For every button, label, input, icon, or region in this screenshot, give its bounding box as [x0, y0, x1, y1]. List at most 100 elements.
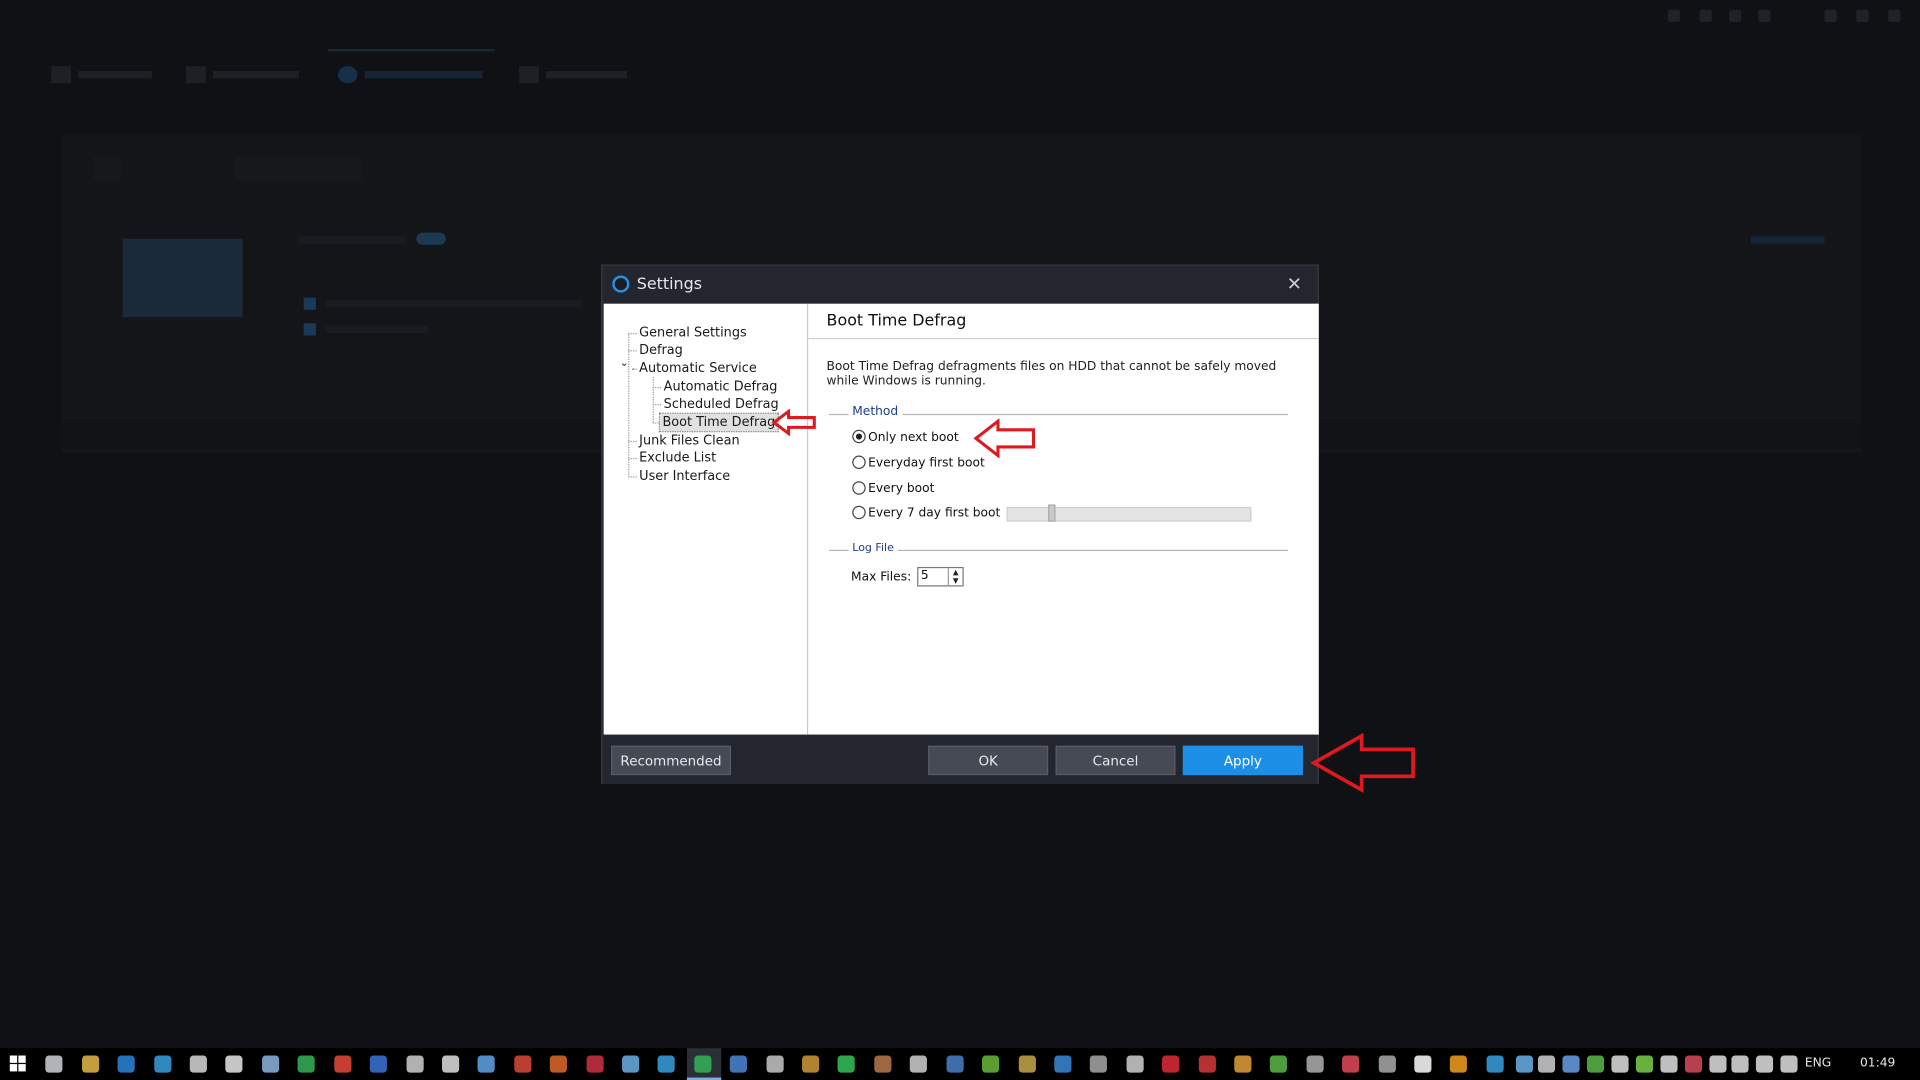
tree-item-user-interface[interactable]: User Interface	[637, 468, 733, 485]
taskbar-app-icon[interactable]	[622, 1055, 640, 1073]
tree-item-exclude-list[interactable]: Exclude List	[637, 449, 719, 466]
taskbar-app-icon[interactable]	[1660, 1055, 1678, 1073]
taskbar-app-icon[interactable]	[1306, 1055, 1324, 1073]
taskbar-app-icon[interactable]	[1198, 1055, 1216, 1073]
tree-item-automatic-service[interactable]: Automatic Service	[637, 360, 759, 377]
taskbar-app-icon[interactable]	[225, 1055, 243, 1073]
taskbar-app-icon[interactable]	[1054, 1055, 1072, 1073]
taskbar-app-icon[interactable]	[1342, 1055, 1360, 1073]
taskbar-app-icon[interactable]	[802, 1055, 820, 1073]
apply-button[interactable]: Apply	[1182, 745, 1303, 776]
tree-item-general-settings[interactable]: General Settings	[637, 324, 749, 341]
taskbar-app-icon[interactable]	[442, 1055, 460, 1073]
slider-thumb[interactable]	[1048, 504, 1056, 522]
tree-item-automatic-defrag[interactable]: Automatic Defrag	[661, 378, 780, 395]
radio-everyday-first-boot[interactable]: Everyday first boot	[852, 455, 985, 470]
taskbar-app-icon[interactable]	[45, 1055, 63, 1073]
taskbar-app-icon[interactable]	[982, 1055, 1000, 1073]
ok-button[interactable]: OK	[928, 745, 1049, 776]
taskbar-app-icon[interactable]	[766, 1055, 784, 1073]
radio-only-next-boot[interactable]: Only next boot	[852, 429, 959, 445]
bg-text	[325, 325, 429, 334]
taskbar-app-icon[interactable]	[1611, 1055, 1629, 1073]
spin-up-icon[interactable]: ▲	[949, 568, 962, 577]
clock[interactable]: 01:49	[1860, 1057, 1895, 1070]
taskbar-app-icon[interactable]	[1515, 1055, 1534, 1073]
spin-arrows[interactable]: ▲ ▼	[947, 568, 963, 586]
taskbar-app-icon[interactable]	[909, 1055, 927, 1073]
taskbar-app-icon[interactable]	[1378, 1055, 1396, 1073]
taskbar-app-icon[interactable]	[946, 1055, 964, 1073]
taskbar-app-icon[interactable]	[694, 1055, 712, 1073]
taskbar-app-icon[interactable]	[334, 1055, 352, 1073]
taskbar-app-icon[interactable]	[549, 1055, 567, 1073]
taskbar-app-icon[interactable]	[837, 1055, 855, 1073]
log-file-group-label: Log File	[848, 542, 898, 555]
bg-checkbox	[303, 297, 316, 310]
taskbar-app-icon[interactable]	[1586, 1055, 1605, 1073]
taskbar: ENG 01:49	[0, 1048, 1920, 1080]
settings-tree: General Settings Defrag ⌄ Automatic Serv…	[604, 303, 809, 735]
taskbar-app-icon[interactable]	[1486, 1055, 1504, 1073]
taskbar-app-icon[interactable]	[154, 1055, 172, 1073]
taskbar-app-icon[interactable]	[82, 1055, 100, 1073]
tree-item-scheduled-defrag[interactable]: Scheduled Defrag	[661, 396, 781, 413]
app-logo-icon	[612, 275, 630, 293]
taskbar-app-icon[interactable]	[117, 1055, 135, 1073]
bg-tab	[51, 66, 159, 88]
cancel-button[interactable]: Cancel	[1055, 745, 1176, 776]
taskbar-app-icon[interactable]	[586, 1055, 604, 1073]
settings-content: Boot Time Defrag Boot Time Defrag defrag…	[808, 304, 1319, 735]
dialog-title: Settings	[636, 275, 703, 294]
taskbar-app-icon[interactable]	[1234, 1055, 1252, 1073]
radio-button[interactable]	[852, 455, 866, 469]
taskbar-app-icon[interactable]	[1269, 1055, 1287, 1073]
taskbar-app-icon[interactable]	[514, 1055, 532, 1073]
annotation-arrow-icon	[1310, 732, 1415, 793]
radio-every-7-day-first-boot[interactable]: Every 7 day first boot	[852, 505, 1000, 520]
max-files-spinbox[interactable]: 5 ▲ ▼	[917, 566, 964, 587]
taskbar-app-icon[interactable]	[1414, 1055, 1432, 1073]
radio-button-checked[interactable]	[852, 429, 866, 444]
taskbar-app-icon[interactable]	[1709, 1055, 1727, 1073]
dialog-footer: Recommended OK Cancel Apply	[602, 734, 1318, 784]
bg-subtab	[235, 156, 363, 182]
taskbar-app-icon[interactable]	[1780, 1055, 1798, 1073]
taskbar-app-icon[interactable]	[657, 1055, 675, 1073]
taskbar-app-icon[interactable]	[1018, 1055, 1036, 1073]
taskbar-app-icon[interactable]	[1449, 1055, 1467, 1073]
language-indicator[interactable]: ENG	[1805, 1057, 1831, 1070]
taskbar-app-icon[interactable]	[406, 1055, 424, 1073]
radio-button[interactable]	[852, 481, 866, 495]
tree-item-defrag[interactable]: Defrag	[637, 342, 686, 359]
taskbar-app-icon[interactable]	[1089, 1055, 1107, 1073]
taskbar-app-icon[interactable]	[1755, 1055, 1774, 1073]
taskbar-app-icon[interactable]	[1162, 1055, 1180, 1073]
taskbar-app-icon[interactable]	[1537, 1055, 1556, 1073]
bg-window-icon	[1667, 9, 1681, 23]
radio-label: Only next boot	[868, 431, 959, 445]
taskbar-app-icon[interactable]	[729, 1055, 747, 1073]
taskbar-app-icon[interactable]	[1562, 1055, 1580, 1073]
max-files-value[interactable]: 5	[921, 569, 929, 582]
radio-every-boot[interactable]: Every boot	[852, 481, 934, 496]
tree-item-junk-files-clean[interactable]: Junk Files Clean	[637, 432, 742, 449]
taskbar-app-icon[interactable]	[369, 1055, 387, 1073]
taskbar-app-icon[interactable]	[189, 1055, 207, 1073]
taskbar-app-icon[interactable]	[1126, 1055, 1144, 1073]
windows-start-icon[interactable]	[9, 1055, 27, 1073]
taskbar-app-icon[interactable]	[874, 1055, 892, 1073]
taskbar-app-icon[interactable]	[1731, 1055, 1749, 1073]
spin-down-icon[interactable]: ▼	[949, 577, 962, 586]
chevron-down-icon[interactable]: ⌄	[620, 358, 629, 370]
taskbar-app-icon[interactable]	[477, 1055, 495, 1073]
tree-item-boot-time-defrag[interactable]: Boot Time Defrag	[658, 412, 780, 433]
taskbar-app-icon[interactable]	[297, 1055, 315, 1073]
recommended-button[interactable]: Recommended	[611, 745, 732, 776]
day-interval-slider[interactable]	[1006, 504, 1252, 522]
taskbar-app-icon[interactable]	[1684, 1055, 1703, 1073]
taskbar-app-icon[interactable]	[262, 1055, 280, 1073]
close-icon[interactable]: ✕	[1283, 266, 1305, 304]
radio-button[interactable]	[852, 505, 866, 520]
taskbar-app-icon[interactable]	[1635, 1055, 1654, 1073]
